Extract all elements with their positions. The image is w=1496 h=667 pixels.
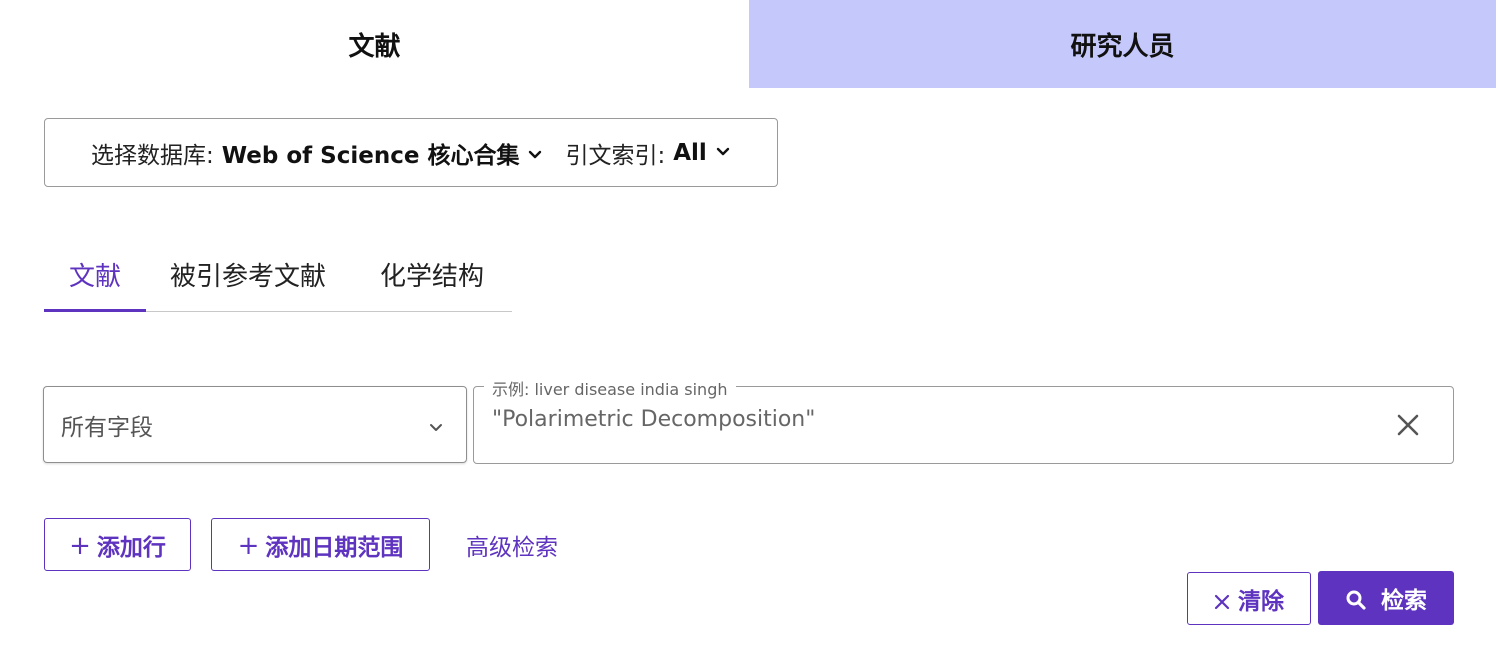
search-icon [1346, 590, 1366, 610]
search-type-tabs: 文献 被引参考文献 化学结构 [44, 238, 512, 312]
tab-cited-references[interactable]: 被引参考文献 [170, 238, 326, 310]
database-selector-box: 选择数据库: Web of Science 核心合集 引文索引: All [44, 118, 778, 187]
search-label: 检索 [1381, 588, 1427, 614]
search-query-input[interactable]: 示例: liver disease india singh "Polarimet… [473, 376, 1454, 464]
chevron-down-icon [716, 147, 730, 155]
citation-index-label: 引文索引: [565, 142, 666, 169]
plus-icon: + [237, 530, 260, 561]
tab-researchers[interactable]: 研究人员 [749, 0, 1496, 88]
search-field-select[interactable]: 所有字段 [43, 386, 467, 463]
tab-chemical-structure[interactable]: 化学结构 [380, 238, 484, 310]
database-selector-row: 选择数据库: Web of Science 核心合集 引文索引: All [91, 119, 733, 186]
close-icon[interactable] [1394, 411, 1422, 439]
search-query-value[interactable]: "Polarimetric Decomposition" [492, 407, 815, 432]
search-field-value: 所有字段 [61, 414, 153, 441]
add-date-range-button[interactable]: + 添加日期范围 [211, 518, 430, 571]
citation-index-group: 引文索引: All [565, 136, 732, 170]
add-row-button[interactable]: + 添加行 [44, 518, 191, 571]
search-button[interactable]: 检索 [1318, 571, 1454, 625]
close-icon [1214, 594, 1230, 609]
citation-index-value: All [673, 139, 707, 166]
search-query-example: 示例: liver disease india singh [484, 376, 736, 400]
add-date-range-label: 添加日期范围 [265, 534, 404, 561]
database-label: 选择数据库: [91, 142, 214, 169]
tab-documents[interactable]: 文献 [0, 0, 749, 88]
advanced-search-link[interactable]: 高级检索 [466, 528, 558, 562]
database-dropdown[interactable]: Web of Science 核心合集 [222, 136, 546, 170]
database-value: Web of Science 核心合集 [221, 142, 520, 169]
plus-icon: + [69, 530, 91, 561]
citation-index-dropdown[interactable]: All [673, 140, 733, 166]
clear-label: 清除 [1238, 588, 1284, 615]
clear-button[interactable]: 清除 [1187, 572, 1311, 625]
chevron-down-icon [430, 424, 442, 431]
tab-documents-search[interactable]: 文献 [44, 238, 146, 312]
top-tab-bar: 文献 研究人员 [0, 0, 1496, 88]
chevron-down-icon [529, 150, 542, 158]
add-row-label: 添加行 [96, 534, 166, 561]
